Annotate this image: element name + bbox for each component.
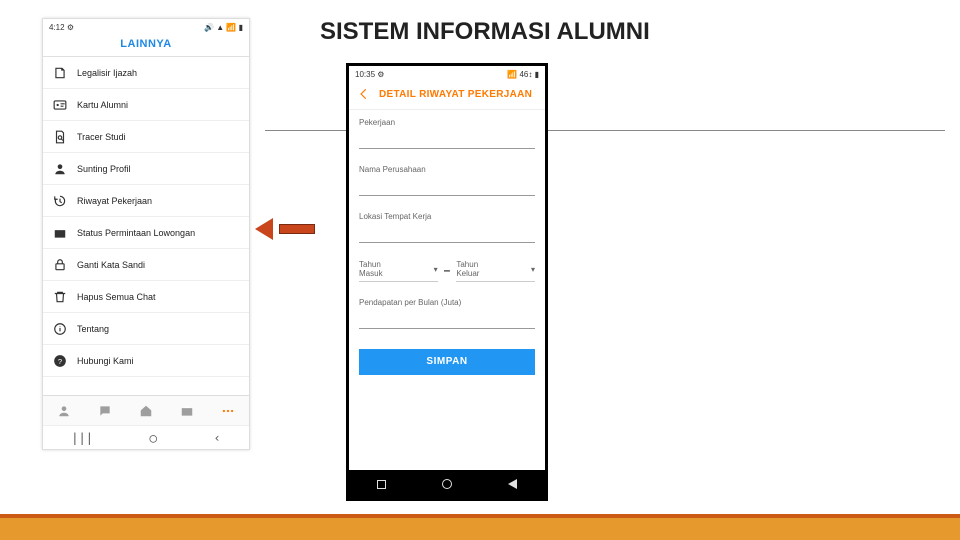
nav-recent-icon[interactable]: |||	[71, 431, 93, 445]
menu-item-status-permintaan-lowongan[interactable]: Status Permintaan Lowongan	[43, 217, 249, 249]
year-range-separator: –	[444, 263, 451, 277]
menu-item-label: Riwayat Pekerjaan	[77, 196, 152, 206]
tahun-masuk-select[interactable]: Tahun Masuk ▾	[359, 259, 438, 282]
status-bar: 10:35 ⚙ 📶 46↕ ▮	[349, 66, 545, 81]
menu-item-tentang[interactable]: Tentang	[43, 313, 249, 345]
document-search-icon	[53, 130, 67, 144]
back-arrow-icon[interactable]	[357, 87, 371, 101]
field-pekerjaan: Pekerjaan	[359, 118, 535, 149]
nav-recent-icon[interactable]	[377, 480, 386, 489]
menu-item-sunting-profil[interactable]: Sunting Profil	[43, 153, 249, 185]
menu-item-label: Kartu Alumni	[77, 100, 128, 110]
arrow-head-icon	[255, 218, 273, 240]
status-bar: 4:12 ⚙ 🔊 ▲ 📶 ▮	[43, 19, 249, 34]
menu-item-hubungi-kami[interactable]: ? Hubungi Kami	[43, 345, 249, 377]
field-label: Nama Perusahaan	[359, 165, 535, 174]
screen-header: DETAIL RIWAYAT PEKERJAAN	[349, 81, 545, 110]
trash-chat-icon	[53, 290, 67, 304]
tab-more[interactable]	[208, 396, 249, 425]
nav-back-icon[interactable]: ‹	[213, 431, 220, 445]
arrow-shaft	[279, 224, 315, 234]
pendapatan-input[interactable]	[359, 314, 535, 329]
field-label: Pendapatan per Bulan (Juta)	[359, 298, 535, 307]
menu-item-tracer-studi[interactable]: Tracer Studi	[43, 121, 249, 153]
chevron-down-icon: ▾	[531, 265, 535, 274]
menu-item-legalisir-ijazah[interactable]: Legalisir Ijazah	[43, 57, 249, 89]
nama-perusahaan-input[interactable]	[359, 181, 535, 196]
nav-back-icon[interactable]	[508, 479, 517, 489]
lock-icon	[53, 258, 67, 272]
svg-text:?: ?	[58, 356, 62, 365]
android-nav-bar	[349, 470, 545, 498]
tab-profile[interactable]	[43, 396, 84, 425]
chevron-down-icon: ▾	[434, 265, 438, 274]
pekerjaan-input[interactable]	[359, 134, 535, 149]
menu-list: Legalisir Ijazah Kartu Alumni Tracer Stu…	[43, 57, 249, 395]
history-icon	[53, 194, 67, 208]
status-time: 4:12 ⚙	[49, 23, 74, 32]
menu-item-label: Tentang	[77, 324, 109, 334]
bottom-tab-bar	[43, 395, 249, 425]
right-phone-screenshot: 10:35 ⚙ 📶 46↕ ▮ DETAIL RIWAYAT PEKERJAAN…	[346, 63, 548, 501]
field-pendapatan: Pendapatan per Bulan (Juta)	[359, 298, 535, 329]
status-time: 10:35 ⚙	[355, 70, 384, 79]
user-icon	[53, 162, 67, 176]
form-body: Pekerjaan Nama Perusahaan Lokasi Tempat …	[349, 110, 545, 470]
screen-title: DETAIL RIWAYAT PEKERJAAN	[379, 89, 532, 100]
help-icon: ?	[53, 354, 67, 368]
field-lokasi-tempat-kerja: Lokasi Tempat Kerja	[359, 212, 535, 243]
menu-item-label: Status Permintaan Lowongan	[77, 228, 195, 238]
android-nav-bar: ||| ◯ ‹	[43, 425, 249, 449]
field-label: Lokasi Tempat Kerja	[359, 212, 535, 221]
idcard-icon	[53, 98, 67, 112]
simpan-button[interactable]: SIMPAN	[359, 349, 535, 375]
menu-item-label: Hubungi Kami	[77, 356, 134, 366]
field-label: Pekerjaan	[359, 118, 535, 127]
gear-icon: ⚙	[377, 70, 384, 79]
menu-item-label: Legalisir Ijazah	[77, 68, 137, 78]
menu-item-label: Ganti Kata Sandi	[77, 260, 145, 270]
info-icon	[53, 322, 67, 336]
document-badge-icon	[53, 66, 67, 80]
nav-home-icon[interactable]: ◯	[150, 431, 157, 445]
tab-chat[interactable]	[84, 396, 125, 425]
menu-item-hapus-semua-chat[interactable]: Hapus Semua Chat	[43, 281, 249, 313]
tab-home[interactable]	[125, 396, 166, 425]
nav-home-icon[interactable]	[442, 479, 452, 489]
field-label: Tahun Masuk	[359, 261, 383, 279]
year-range-row: Tahun Masuk ▾ – Tahun Keluar ▾	[359, 259, 535, 282]
slide-footer-decoration	[0, 518, 960, 540]
tab-jobs[interactable]	[167, 396, 208, 425]
menu-item-label: Sunting Profil	[77, 164, 131, 174]
left-phone-screenshot: 4:12 ⚙ 🔊 ▲ 📶 ▮ LAINNYA Legalisir Ijazah …	[42, 18, 250, 450]
tab-header-lainnya[interactable]: LAINNYA	[43, 34, 249, 57]
status-right-icons: 📶 46↕ ▮	[507, 70, 539, 79]
gear-icon: ⚙	[67, 23, 74, 32]
menu-item-label: Hapus Semua Chat	[77, 292, 156, 302]
field-nama-perusahaan: Nama Perusahaan	[359, 165, 535, 196]
menu-item-kartu-alumni[interactable]: Kartu Alumni	[43, 89, 249, 121]
menu-item-label: Tracer Studi	[77, 132, 126, 142]
tahun-keluar-select[interactable]: Tahun Keluar ▾	[456, 259, 535, 282]
briefcase-icon	[53, 226, 67, 240]
menu-item-riwayat-pekerjaan[interactable]: Riwayat Pekerjaan	[43, 185, 249, 217]
slide-title: SISTEM INFORMASI ALUMNI	[320, 18, 650, 46]
callout-arrow	[255, 218, 315, 240]
status-right-icons: 🔊 ▲ 📶 ▮	[204, 23, 243, 32]
field-label: Tahun Keluar	[456, 261, 479, 279]
menu-item-ganti-kata-sandi[interactable]: Ganti Kata Sandi	[43, 249, 249, 281]
lokasi-input[interactable]	[359, 228, 535, 243]
